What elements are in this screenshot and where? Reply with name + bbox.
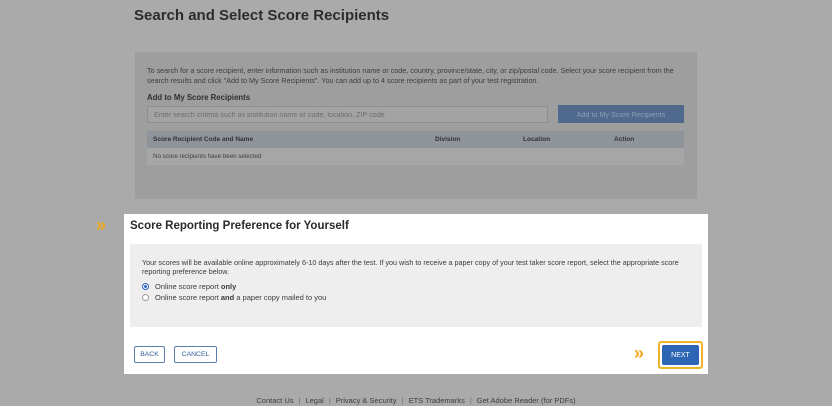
footer: Contact Us | Legal | Privacy & Security | ETS …: [0, 396, 832, 405]
option-label: Online score report only: [155, 282, 237, 291]
col-location: Location: [517, 131, 608, 148]
empty-message: No score recipients have been selected: [147, 148, 684, 165]
back-button[interactable]: BACK: [134, 346, 165, 363]
col-action: Action: [608, 131, 684, 148]
option-online-only[interactable]: Online score report only: [142, 282, 236, 291]
chevron-pointer-icon: »: [96, 215, 106, 235]
option-label: Online score report and a paper copy mai…: [155, 293, 327, 302]
footer-link-adobe[interactable]: Get Adobe Reader (for PDFs): [477, 396, 576, 405]
search-panel: To search for a score recipient, enter i…: [135, 52, 697, 199]
cancel-button[interactable]: CANCEL: [174, 346, 217, 363]
modal-title: Score Reporting Preference for Yourself: [130, 220, 349, 232]
col-division: Division: [429, 131, 517, 148]
next-button[interactable]: NEXT: [662, 345, 699, 365]
page-title: Search and Select Score Recipients: [134, 7, 390, 24]
radio-online-and-paper[interactable]: [142, 294, 149, 301]
modal-description: Your scores will be available online app…: [142, 258, 679, 276]
modal-body: Your scores will be available online app…: [130, 244, 702, 327]
footer-separator: |: [328, 396, 331, 405]
search-instructions: To search for a score recipient, enter i…: [147, 66, 674, 85]
recipients-table: Score Recipient Code and Name Division L…: [147, 131, 684, 165]
search-subtitle: Add to My Score Recipients: [147, 93, 251, 102]
next-highlight: NEXT: [658, 341, 703, 369]
footer-link-privacy[interactable]: Privacy & Security: [336, 396, 397, 405]
footer-link-contact[interactable]: Contact Us: [256, 396, 293, 405]
footer-separator: |: [298, 396, 301, 405]
table-header-row: Score Recipient Code and Name Division L…: [147, 131, 684, 148]
add-to-recipients-button[interactable]: Add to My Score Recipients: [558, 105, 684, 123]
option-online-and-paper[interactable]: Online score report and a paper copy mai…: [142, 293, 326, 302]
col-code-name: Score Recipient Code and Name: [147, 131, 429, 148]
footer-separator: |: [469, 396, 472, 405]
chevron-pointer-icon: »: [634, 343, 644, 363]
preference-modal: Score Reporting Preference for Yourself …: [124, 214, 708, 374]
footer-separator: |: [401, 396, 404, 405]
search-input[interactable]: [147, 106, 548, 123]
table-row: No score recipients have been selected: [147, 148, 684, 165]
footer-link-legal[interactable]: Legal: [305, 396, 323, 405]
radio-online-only[interactable]: [142, 283, 149, 290]
footer-link-trademarks[interactable]: ETS Trademarks: [409, 396, 465, 405]
